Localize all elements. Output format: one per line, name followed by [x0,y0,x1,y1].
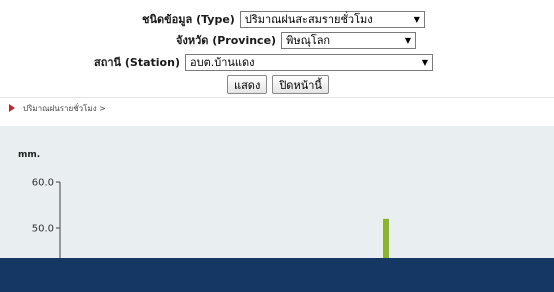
type-label: ชนิดข้อมูล (Type) [142,13,235,26]
breadcrumb-link[interactable]: ปริมาณฝนรายชั่วโมง > [23,102,106,115]
breadcrumb: ปริมาณฝนรายชั่วโมง > [0,97,554,118]
province-select-value: พิษณุโลก [286,34,331,47]
province-label: จังหวัด (Province) [176,34,277,47]
province-select[interactable]: พิษณุโลก ▼ [281,31,417,49]
chart-plot: 60.050.040.0 [32,178,389,266]
chevron-down-icon: ▼ [413,14,420,24]
station-row: สถานี (Station) อบต.บ้านแดง ▼ [94,53,433,71]
station-label: สถานี (Station) [94,56,180,69]
close-button[interactable]: ปิดหน้านี้ [272,75,329,94]
y-tick-label: 50.0 [32,224,54,235]
station-select[interactable]: อบต.บ้านแดง ▼ [184,53,433,71]
y-tick-label: 60.0 [32,178,54,189]
station-select-value: อบต.บ้านแดง [189,56,255,69]
show-button[interactable]: แสดง [227,75,268,94]
rainfall-chart: mm. 60.050.040.0 [0,126,554,266]
triangle-right-icon [9,104,15,112]
action-buttons: แสดง ปิดหน้านี้ [227,75,334,94]
chevron-down-icon: ▼ [404,35,412,45]
type-select-value: ปริมาณฝนสะสมรายชั่วโมง [244,13,373,26]
type-row: ชนิดข้อมูล (Type) ปริมาณฝนสะสมรายชั่วโมง… [142,10,425,28]
province-row: จังหวัด (Province) พิษณุโลก ▼ [176,31,417,49]
chevron-down-icon: ▼ [421,57,428,67]
type-select[interactable]: ปริมาณฝนสะสมรายชั่วโมง ▼ [239,10,425,28]
bottom-bar [0,258,554,292]
